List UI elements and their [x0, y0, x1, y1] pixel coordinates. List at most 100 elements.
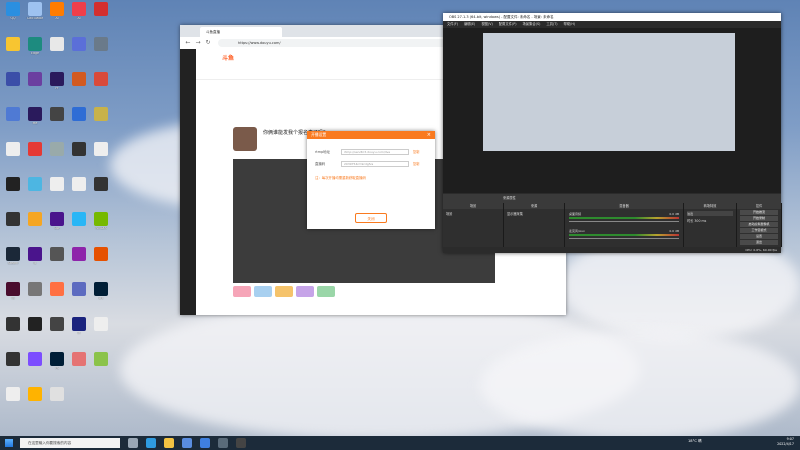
menu-item[interactable]: 工具(T): [546, 22, 557, 26]
desktop-icon[interactable]: [2, 212, 24, 227]
desktop-icon[interactable]: [90, 107, 112, 122]
desktop-icon[interactable]: [2, 107, 24, 122]
source-properties-label[interactable]: 来源属性: [503, 196, 516, 200]
close-icon[interactable]: ×: [427, 131, 431, 139]
desktop-icon[interactable]: [24, 142, 46, 157]
desktop-icon[interactable]: [46, 177, 68, 192]
explorer-icon[interactable]: [164, 438, 174, 448]
desktop-icon[interactable]: [24, 282, 46, 297]
control-button[interactable]: 设置: [740, 234, 778, 239]
forward-icon[interactable]: →: [194, 39, 202, 47]
menu-item[interactable]: 帮助(H): [564, 22, 576, 26]
desktop-icon[interactable]: [2, 72, 24, 87]
task-view-icon[interactable]: [128, 438, 138, 448]
desktop-icon[interactable]: [2, 177, 24, 192]
key-field[interactable]: 2039754rm9cdgfvs: [341, 161, 409, 167]
desktop-icon[interactable]: [68, 282, 90, 297]
gift-item[interactable]: [254, 286, 272, 297]
desktop-icon[interactable]: Ai: [68, 2, 90, 21]
desktop-icon[interactable]: [46, 37, 68, 52]
close-dialog-button[interactable]: 关闭: [355, 213, 387, 223]
copy-server-button[interactable]: 复制: [413, 149, 419, 155]
desktop-icon[interactable]: [2, 37, 24, 52]
windows-start-icon[interactable]: [5, 439, 13, 447]
desktop-icon[interactable]: [46, 142, 68, 157]
desktop-icon[interactable]: [90, 37, 112, 52]
mail-icon[interactable]: [200, 438, 210, 448]
gift-item[interactable]: [317, 286, 335, 297]
desktop-icon[interactable]: [2, 142, 24, 157]
desktop-icon[interactable]: Me: [24, 107, 46, 126]
control-button[interactable]: 启动虚拟摄像机: [740, 222, 778, 227]
copy-key-button[interactable]: 复制: [413, 161, 419, 167]
desktop-icon[interactable]: AI: [46, 2, 68, 21]
menu-item[interactable]: 配置文件(P): [499, 22, 517, 26]
menu-item[interactable]: 文件(F): [447, 22, 458, 26]
control-button[interactable]: 开始录制: [740, 216, 778, 221]
desktop-icon[interactable]: [68, 142, 90, 157]
source-item[interactable]: 显示器采集: [507, 211, 561, 216]
desktop-icon[interactable]: [24, 387, 46, 402]
desktop-icon[interactable]: [90, 177, 112, 192]
desktop-icon[interactable]: [46, 282, 68, 297]
browser-tab[interactable]: 斗鱼直播: [200, 27, 282, 37]
menu-item[interactable]: 编辑(E): [464, 22, 475, 26]
desktop-icon[interactable]: [46, 317, 68, 332]
desktop-icon[interactable]: [68, 72, 90, 87]
desktop-icon[interactable]: Calculator: [24, 2, 46, 21]
desktop-icon[interactable]: [24, 317, 46, 332]
desktop-icon[interactable]: Edge: [24, 37, 46, 56]
desktop-icon[interactable]: [46, 387, 68, 402]
store-icon[interactable]: [182, 438, 192, 448]
duration-field[interactable]: 300 ms: [694, 219, 706, 223]
control-button[interactable]: 开始推流: [740, 210, 778, 215]
desktop-icon[interactable]: [68, 212, 90, 227]
desktop-icon[interactable]: NVIDIA: [90, 212, 112, 231]
back-icon[interactable]: ←: [184, 39, 192, 47]
control-button[interactable]: 退出: [740, 240, 778, 245]
desktop-icon[interactable]: Dw: [46, 212, 68, 231]
weather-widget[interactable]: 18°C 晴: [688, 439, 702, 444]
refresh-icon[interactable]: ↻: [204, 39, 212, 47]
gift-item[interactable]: [275, 286, 293, 297]
menu-item[interactable]: 视图(V): [481, 22, 492, 26]
site-logo[interactable]: 斗鱼: [222, 53, 234, 62]
desktop-icon[interactable]: [90, 352, 112, 367]
desktop-icon[interactable]: [68, 177, 90, 192]
desktop-icon[interactable]: [68, 107, 90, 122]
desktop-icon[interactable]: Ps: [46, 352, 68, 371]
desktop-icon[interactable]: [24, 212, 46, 227]
obs-icon[interactable]: [236, 438, 246, 448]
server-field[interactable]: rtmp://sendtc3.douyu.com/live: [341, 149, 409, 155]
desktop-icon[interactable]: Steam: [2, 247, 24, 266]
desktop-icon[interactable]: [46, 247, 68, 262]
desktop-icon[interactable]: [68, 37, 90, 52]
desktop-icon[interactable]: [2, 352, 24, 367]
steam-icon[interactable]: [218, 438, 228, 448]
desktop-icon[interactable]: [90, 247, 112, 262]
desktop-icon[interactable]: [2, 317, 24, 332]
gift-item[interactable]: [296, 286, 314, 297]
desktop-icon[interactable]: QQ: [2, 2, 24, 21]
taskbar-search[interactable]: 在这里输入你要搜索的内容: [20, 438, 120, 448]
desktop-icon[interactable]: Id: [2, 282, 24, 301]
desktop-icon[interactable]: [90, 317, 112, 332]
desktop-icon[interactable]: [68, 247, 90, 262]
desktop-icon[interactable]: Lrc: [90, 282, 112, 301]
obs-window[interactable]: OBS 27.1.3 (64-bit, windows) - 配置文件: 未命名…: [443, 13, 782, 253]
control-button[interactable]: 工作室模式: [740, 228, 778, 233]
desktop-icon[interactable]: [24, 72, 46, 87]
avatar[interactable]: [233, 127, 257, 151]
desktop-icon[interactable]: [46, 107, 68, 122]
desktop-icon[interactable]: [24, 352, 46, 367]
desktop-icon[interactable]: [2, 387, 24, 402]
transition-select[interactable]: 淡出: [687, 211, 733, 216]
scene-item[interactable]: 场景: [446, 211, 500, 216]
desktop-icon[interactable]: [90, 2, 112, 17]
menu-item[interactable]: 场景集合(S): [523, 22, 541, 26]
desktop-icon[interactable]: [68, 352, 90, 367]
edge-icon[interactable]: [146, 438, 156, 448]
desktop-icon[interactable]: [24, 177, 46, 192]
volume-slider[interactable]: [569, 221, 679, 222]
desktop-icon[interactable]: Pl: [68, 317, 90, 336]
